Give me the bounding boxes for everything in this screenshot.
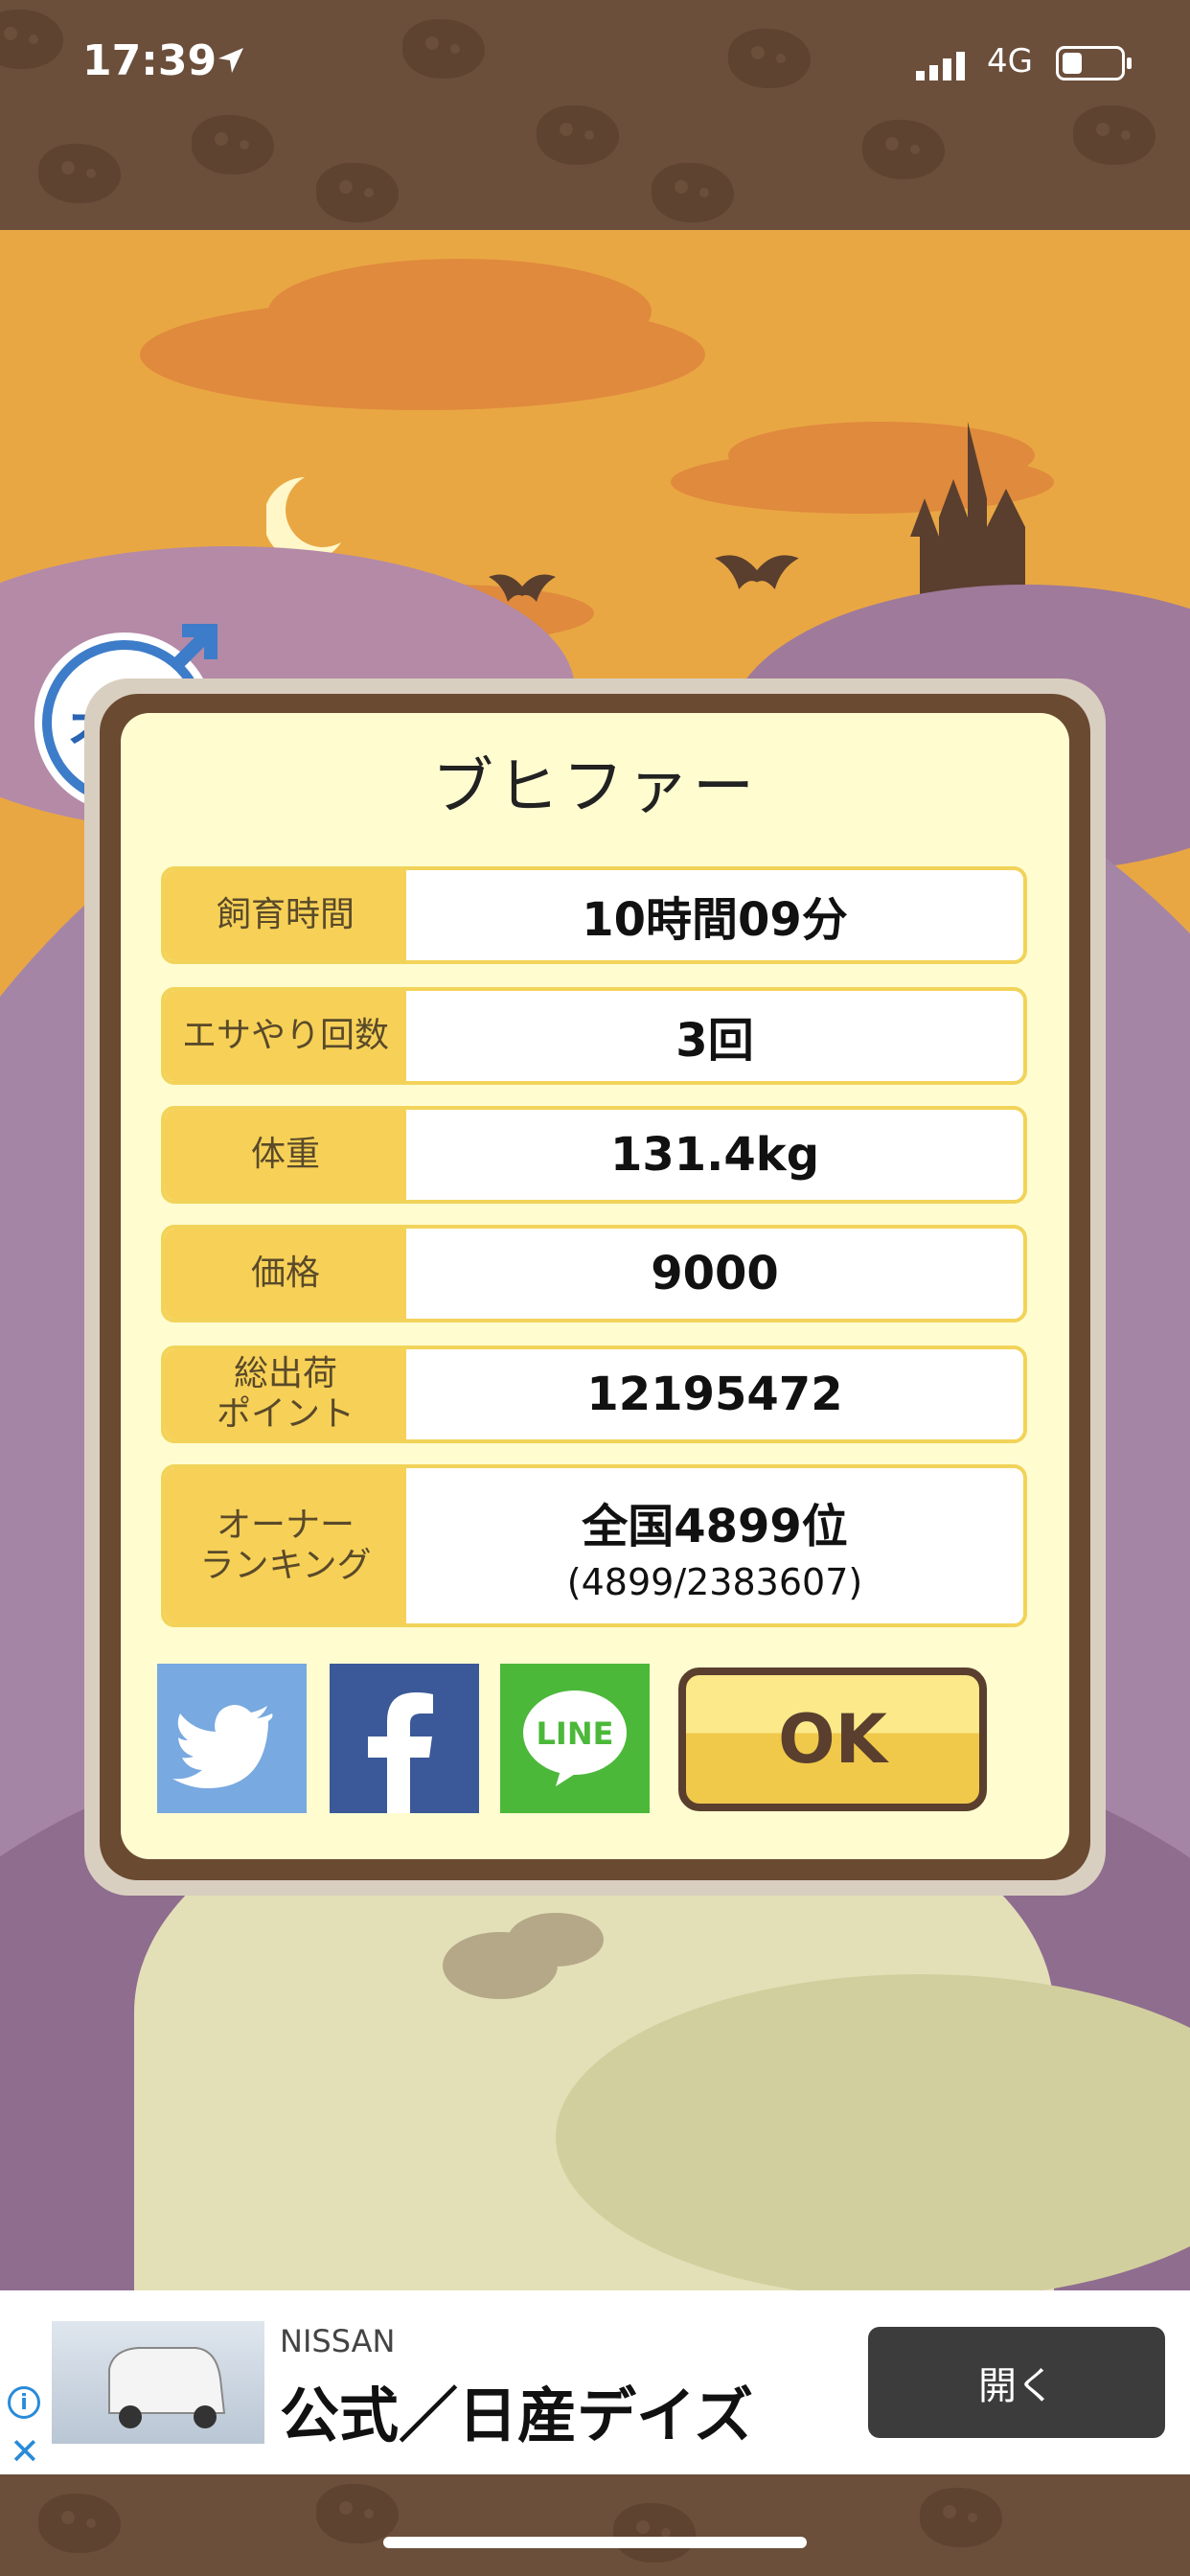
facebook-f-icon	[368, 1692, 433, 1813]
stat-value: 9000	[651, 1247, 779, 1300]
stat-value-group: 全国4899位 (4899/2383607)	[406, 1468, 1023, 1623]
ad-car-image[interactable]	[52, 2321, 264, 2444]
ad-open-button[interactable]: 開く	[868, 2327, 1165, 2438]
ranking-detail: (4899/2383607)	[566, 1561, 863, 1603]
stat-value: 10時間09分	[582, 893, 848, 947]
signal-bars-icon	[916, 52, 970, 84]
pig-name-title: ブヒファー	[432, 752, 758, 823]
ok-button[interactable]: OK	[678, 1668, 987, 1811]
line-share-button[interactable]: LINE	[500, 1664, 650, 1813]
ranking-value: 全国4899位	[582, 1500, 848, 1553]
stat-label: 飼育時間	[165, 870, 406, 960]
stat-label: 総出荷 ポイント	[165, 1349, 406, 1439]
stat-row-shipping-points: 総出荷 ポイント 12195472	[161, 1346, 1027, 1443]
home-indicator[interactable]	[383, 2537, 807, 2548]
stat-value: 3回	[675, 1014, 754, 1068]
close-icon[interactable]: ✕	[10, 2430, 40, 2472]
battery-icon	[1056, 46, 1132, 80]
twitter-share-button[interactable]	[157, 1664, 307, 1813]
info-icon[interactable]: i	[8, 2386, 40, 2419]
stat-label: 体重	[165, 1110, 406, 1200]
bat-icon	[709, 546, 805, 598]
bottom-pattern	[0, 2474, 1190, 2576]
stat-label: 価格	[165, 1229, 406, 1319]
line-label: LINE	[536, 1715, 614, 1752]
twitter-bird-icon	[172, 1705, 273, 1788]
stat-row-feed-count: エサやり回数 3回	[161, 987, 1027, 1085]
stat-label: エサやり回数	[165, 991, 406, 1081]
stat-row-price: 価格 9000	[161, 1225, 1027, 1322]
stat-row-owner-ranking: オーナー ランキング 全国4899位 (4899/2383607)	[161, 1464, 1027, 1627]
ad-title[interactable]: 公式／日産デイズ	[280, 2367, 753, 2453]
stat-value: 131.4kg	[609, 1128, 820, 1182]
stat-row-breeding-time: 飼育時間 10時間09分	[161, 866, 1027, 964]
status-time: 17:39	[82, 36, 217, 85]
stat-label: オーナー ランキング	[165, 1468, 406, 1623]
location-arrow-icon	[217, 46, 245, 79]
status-bar	[0, 0, 1190, 230]
network-type: 4G	[987, 42, 1033, 80]
stat-value: 12195472	[586, 1368, 843, 1421]
stat-row-weight: 体重 131.4kg	[161, 1106, 1027, 1204]
facebook-share-button[interactable]	[330, 1664, 479, 1813]
ad-brand: NISSAN	[280, 2323, 396, 2359]
